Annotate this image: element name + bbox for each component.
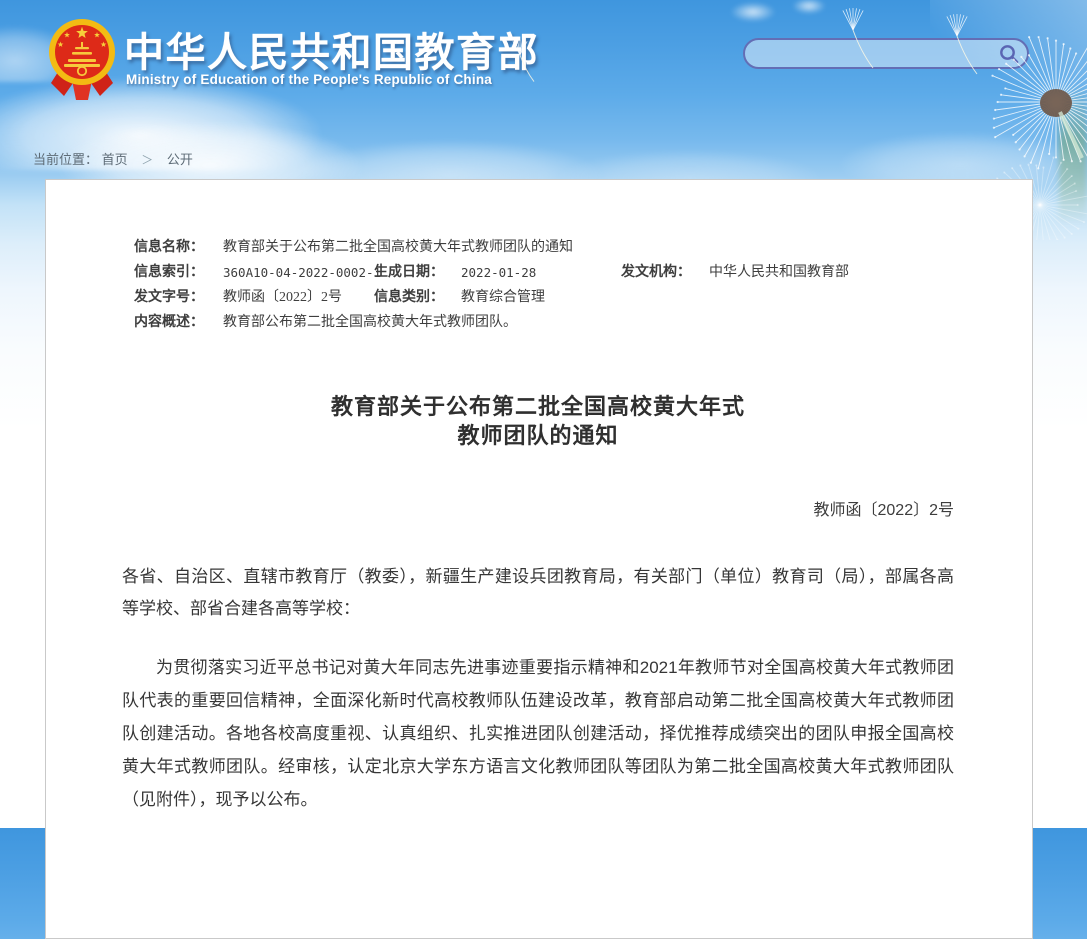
meta-category-label: 信息类别： bbox=[374, 285, 461, 310]
dandelion-stem-foliage bbox=[1059, 85, 1087, 225]
document-number: 教师函〔2022〕2号 bbox=[122, 496, 954, 520]
meta-summary-value: 教育部公布第二批全国高校黄大年式教师团队。 bbox=[223, 310, 954, 335]
search-icon[interactable] bbox=[998, 43, 1020, 65]
site-subtitle: Ministry of Education of the People's Re… bbox=[126, 72, 492, 87]
meta-index-label: 信息索引： bbox=[134, 260, 223, 285]
document-meta-table: 信息名称： 教育部关于公布第二批全国高校黄大年式教师团队的通知 信息索引： 36… bbox=[134, 235, 954, 335]
site-logo-link[interactable]: 中华人民共和国教育部 Ministry of Education of the … bbox=[48, 16, 548, 108]
breadcrumb-separator: ＞ bbox=[141, 153, 153, 167]
page: 中华人民共和国教育部 Ministry of Education of the … bbox=[0, 0, 1087, 828]
breadcrumb-link-home[interactable]: 首页 bbox=[102, 152, 128, 167]
site-title: 中华人民共和国教育部 bbox=[124, 20, 539, 78]
meta-summary-label: 内容概述： bbox=[134, 310, 223, 335]
cloud-decoration bbox=[840, 132, 1080, 184]
china-national-emblem-icon bbox=[48, 16, 116, 104]
document-title: 教育部关于公布第二批全国高校黄大年式 教师团队的通知 bbox=[122, 392, 954, 450]
breadcrumb-link-public[interactable]: 公开 bbox=[167, 152, 193, 167]
breadcrumb: 当前位置： 首页 ＞ 公开 bbox=[33, 149, 193, 168]
meta-date-label: 生成日期： bbox=[374, 260, 461, 285]
meta-docnum-value: 教师函〔2022〕2号 bbox=[223, 285, 374, 310]
meta-category-value: 教育综合管理 bbox=[461, 285, 621, 310]
salutation-paragraph: 各省、自治区、直辖市教育厅（教委），新疆生产建设兵团教育局，有关部门（单位）教育… bbox=[122, 561, 954, 625]
dandelion-seed-blur bbox=[730, 2, 776, 22]
search-input[interactable] bbox=[757, 42, 991, 67]
dandelion-seed-blur bbox=[792, 0, 826, 14]
meta-org-value: 中华人民共和国教育部 bbox=[709, 260, 954, 285]
document-title-line2: 教师团队的通知 bbox=[122, 421, 954, 450]
meta-org-label: 发文机构： bbox=[621, 260, 709, 285]
meta-docnum-label: 发文字号： bbox=[134, 285, 223, 310]
meta-name-value: 教育部关于公布第二批全国高校黄大年式教师团队的通知 bbox=[223, 235, 954, 260]
body-paragraph: 为贯彻落实习近平总书记对黄大年同志先进事迹重要指示精神和2021年教师节对全国高… bbox=[122, 651, 954, 816]
document-panel: 信息名称： 教育部关于公布第二批全国高校黄大年式教师团队的通知 信息索引： 36… bbox=[45, 179, 1033, 939]
meta-date-value: 2022-01-28 bbox=[461, 260, 621, 285]
meta-name-label: 信息名称： bbox=[134, 235, 223, 260]
breadcrumb-prefix: 当前位置： bbox=[33, 152, 98, 167]
meta-index-value: 360A10-04-2022-0002-1 bbox=[223, 260, 374, 285]
search-bar[interactable] bbox=[743, 38, 1029, 69]
document-title-line1: 教育部关于公布第二批全国高校黄大年式 bbox=[122, 392, 954, 421]
sun-rays-decoration bbox=[930, 0, 1087, 170]
